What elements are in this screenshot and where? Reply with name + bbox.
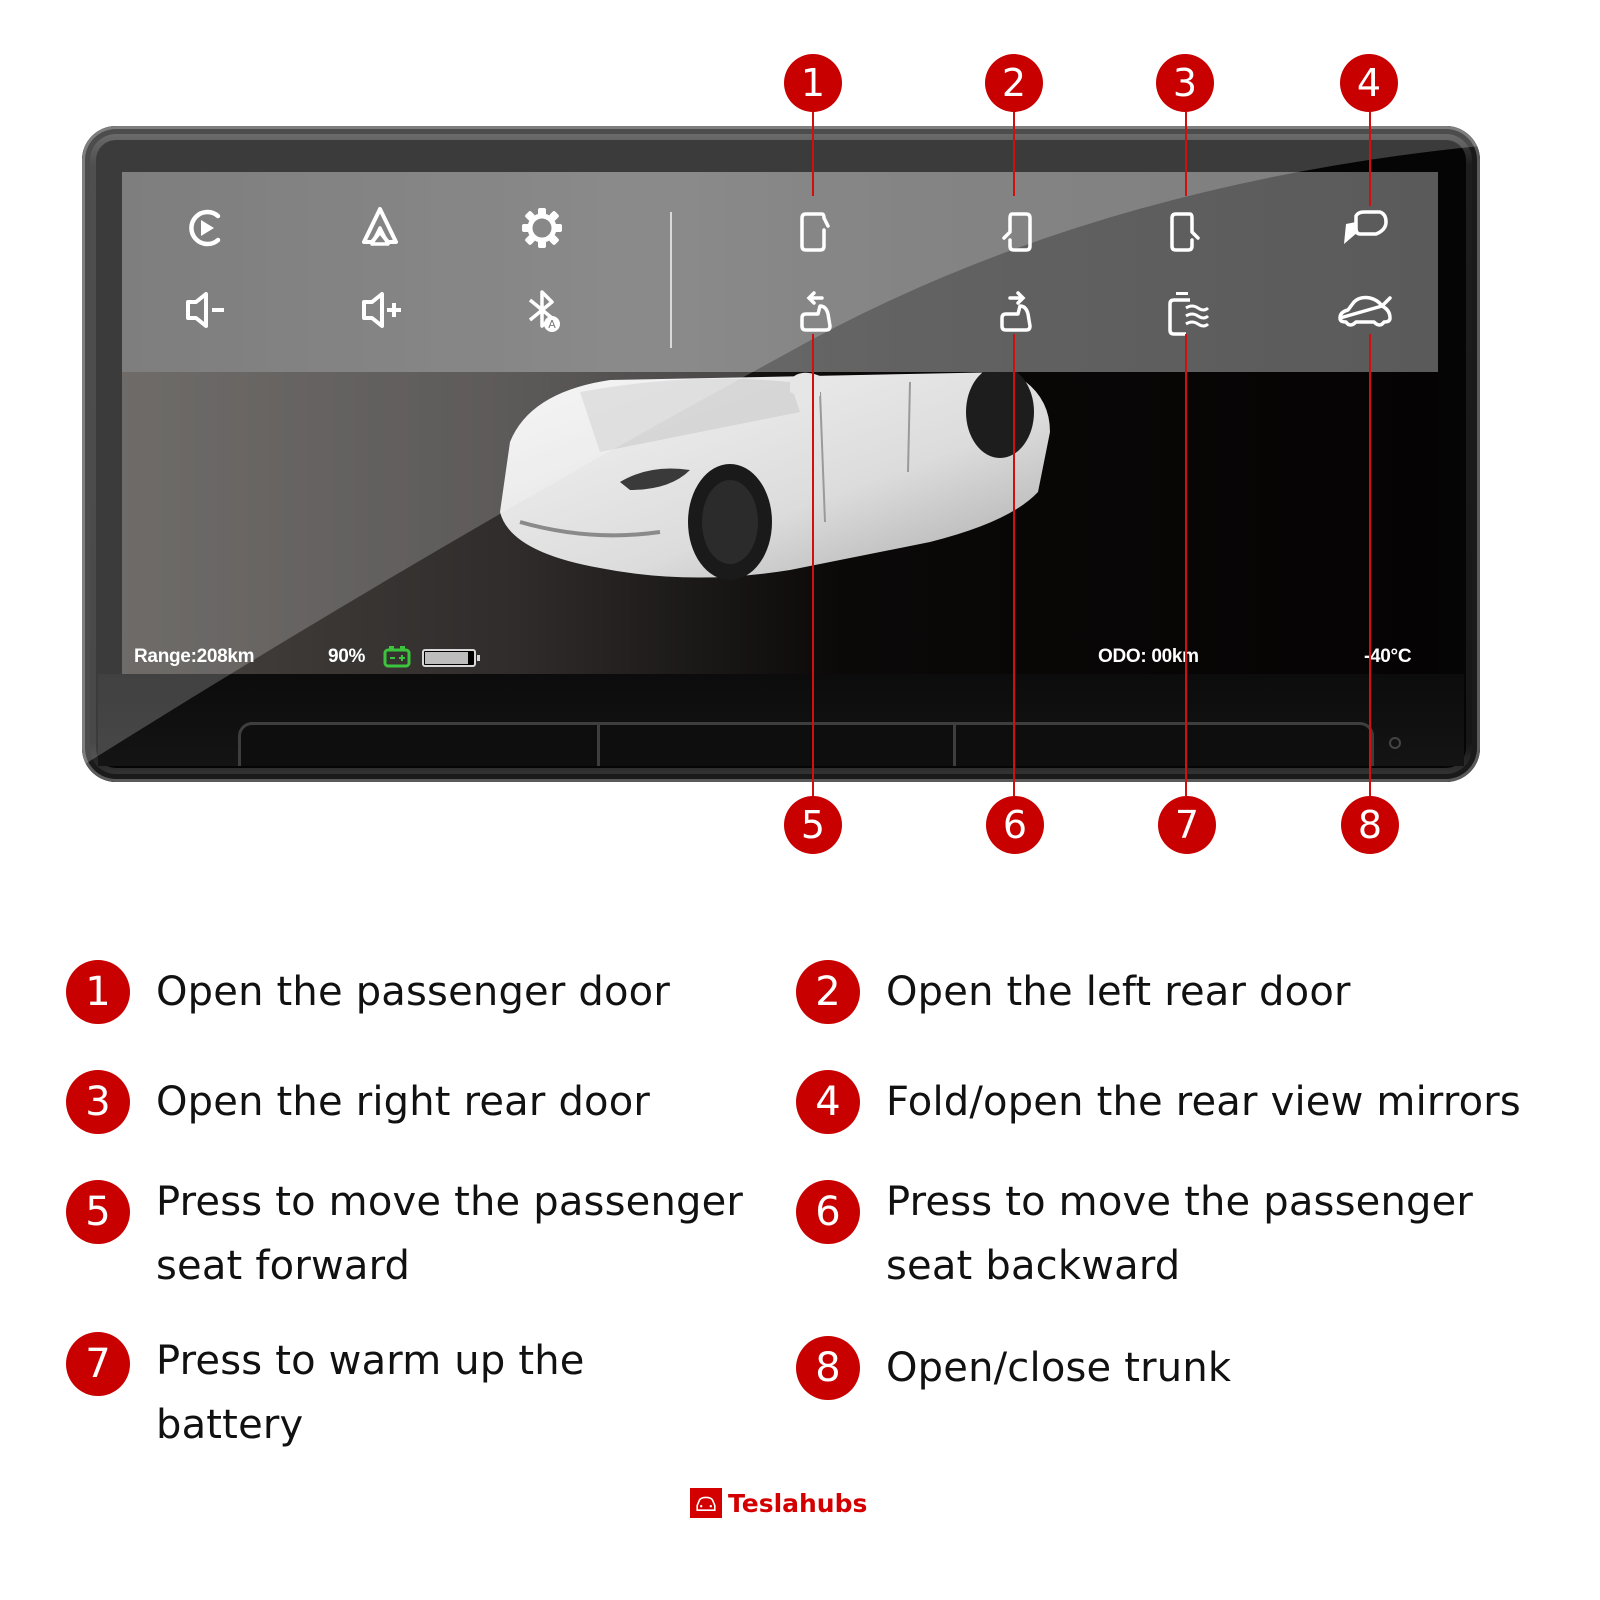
legend-badge: 3 — [66, 1070, 130, 1134]
legend-item-5: 5 Press to move the passenger seat forwa… — [66, 1179, 743, 1298]
range-readout: Range:208km — [134, 646, 255, 667]
callout-line-7-bottom — [1185, 334, 1187, 796]
right-rear-door-button[interactable] — [1158, 202, 1214, 258]
callout-line-5-bottom — [812, 334, 814, 796]
trunk-button[interactable] — [1336, 284, 1392, 340]
car-image — [500, 372, 1050, 580]
svg-text:A: A — [548, 318, 556, 331]
legend-text-line-1: Press to move the passenger — [156, 1179, 744, 1225]
battery-percent: 90% — [328, 646, 366, 667]
seat-backward-button[interactable] — [988, 284, 1044, 340]
seat-forward-icon — [800, 291, 832, 332]
temperature-readout: -40°C — [1364, 646, 1412, 667]
speaker-grille — [238, 722, 1374, 766]
left-rear-door-icon — [1002, 212, 1032, 252]
seat-backward-icon — [1000, 291, 1032, 332]
callout-badge-4: 4 — [1340, 54, 1398, 112]
callout-line-8-bottom — [1369, 334, 1371, 796]
battery-heat-icon — [1168, 292, 1210, 336]
callout-line-1-top — [812, 112, 814, 196]
android-auto-button[interactable] — [352, 200, 408, 256]
right-rear-door-icon — [1170, 212, 1200, 252]
legend-text-line-2: battery — [156, 1402, 304, 1448]
callout-badge-3: 3 — [1156, 54, 1214, 112]
legend-text-line-1: Press to warm up the — [156, 1338, 585, 1384]
left-rear-door-button[interactable] — [988, 202, 1044, 258]
legend-badge: 1 — [66, 960, 130, 1024]
legend-text-line-1: Press to move the passenger — [886, 1179, 1474, 1225]
legend-text-line-2: seat forward — [156, 1243, 411, 1289]
legend-item-8: 8 Open/close trunk — [796, 1336, 1231, 1400]
legend-badge: 8 — [796, 1336, 860, 1400]
callout-badge-2: 2 — [985, 54, 1043, 112]
legend-badge: 4 — [796, 1070, 860, 1134]
legend-item-7: 7 Press to warm up the battery — [66, 1332, 585, 1457]
bluetooth-auto-icon: A — [528, 290, 560, 332]
legend-text: Press to move the passenger seat backwar… — [886, 1170, 1473, 1298]
panel-divider — [670, 212, 672, 348]
legend-badge: 7 — [66, 1332, 130, 1396]
battery-status-icon — [383, 646, 411, 668]
passenger-door-icon — [800, 212, 830, 252]
legend-text: Fold/open the rear view mirrors — [886, 1079, 1521, 1125]
brand-logo: Teslahubs — [690, 1488, 867, 1518]
trunk-icon — [1338, 295, 1392, 327]
odometer-readout: ODO: 00km — [1098, 646, 1199, 667]
legend-item-6: 6 Press to move the passenger seat backw… — [796, 1179, 1473, 1298]
legend-text: Open/close trunk — [886, 1345, 1232, 1391]
car-logo-icon — [690, 1488, 722, 1518]
legend-item-2: 2 Open the left rear door — [796, 960, 1351, 1024]
legend-badge: 5 — [66, 1180, 130, 1244]
callout-badge-8: 8 — [1341, 796, 1399, 854]
bluetooth-auto-button[interactable]: A — [514, 282, 570, 338]
control-panel — [122, 172, 1438, 372]
legend-item-4: 4 Fold/open the rear view mirrors — [796, 1070, 1521, 1134]
carplay-icon — [189, 209, 221, 247]
passenger-door-button[interactable] — [788, 202, 844, 258]
legend-text: Open the passenger door — [156, 969, 670, 1015]
callout-badge-7: 7 — [1158, 796, 1216, 854]
callout-badge-1: 1 — [784, 54, 842, 112]
settings-gear-icon — [522, 208, 562, 248]
volume-down-icon — [186, 292, 224, 328]
callout-badge-6: 6 — [986, 796, 1044, 854]
android-auto-icon — [362, 207, 398, 246]
touch-screen: A Range:208km 90% ODO: 00km -40°C — [122, 172, 1438, 674]
callout-line-6-bottom — [1013, 334, 1015, 796]
settings-button[interactable] — [514, 200, 570, 256]
legend-text: Open the left rear door — [886, 969, 1351, 1015]
callout-line-4-top — [1369, 112, 1371, 206]
mirror-fold-button[interactable] — [1336, 200, 1392, 256]
seat-forward-button[interactable] — [788, 284, 844, 340]
legend-text-line-2: seat backward — [886, 1243, 1181, 1289]
mirror-fold-icon — [1344, 210, 1388, 244]
volume-up-button[interactable] — [354, 282, 410, 338]
carplay-button[interactable] — [178, 200, 234, 256]
callout-line-3-top — [1185, 112, 1187, 196]
callout-badge-5: 5 — [784, 796, 842, 854]
battery-heat-button[interactable] — [1158, 284, 1214, 340]
brand-name: Teslahubs — [728, 1488, 868, 1518]
volume-up-icon — [362, 292, 401, 328]
battery-level-bar — [422, 649, 480, 667]
light-sensor — [1389, 737, 1401, 749]
legend-item-1: 1 Open the passenger door — [66, 960, 670, 1024]
legend-text: Press to move the passenger seat forward — [156, 1170, 743, 1298]
legend-badge: 6 — [796, 1180, 860, 1244]
callout-line-2-top — [1013, 112, 1015, 196]
legend-item-3: 3 Open the right rear door — [66, 1070, 650, 1134]
battery-level-fill — [425, 652, 468, 664]
volume-down-button[interactable] — [178, 282, 234, 338]
legend-text: Open the right rear door — [156, 1079, 651, 1125]
legend-badge: 2 — [796, 960, 860, 1024]
legend-text: Press to warm up the battery — [156, 1329, 585, 1457]
